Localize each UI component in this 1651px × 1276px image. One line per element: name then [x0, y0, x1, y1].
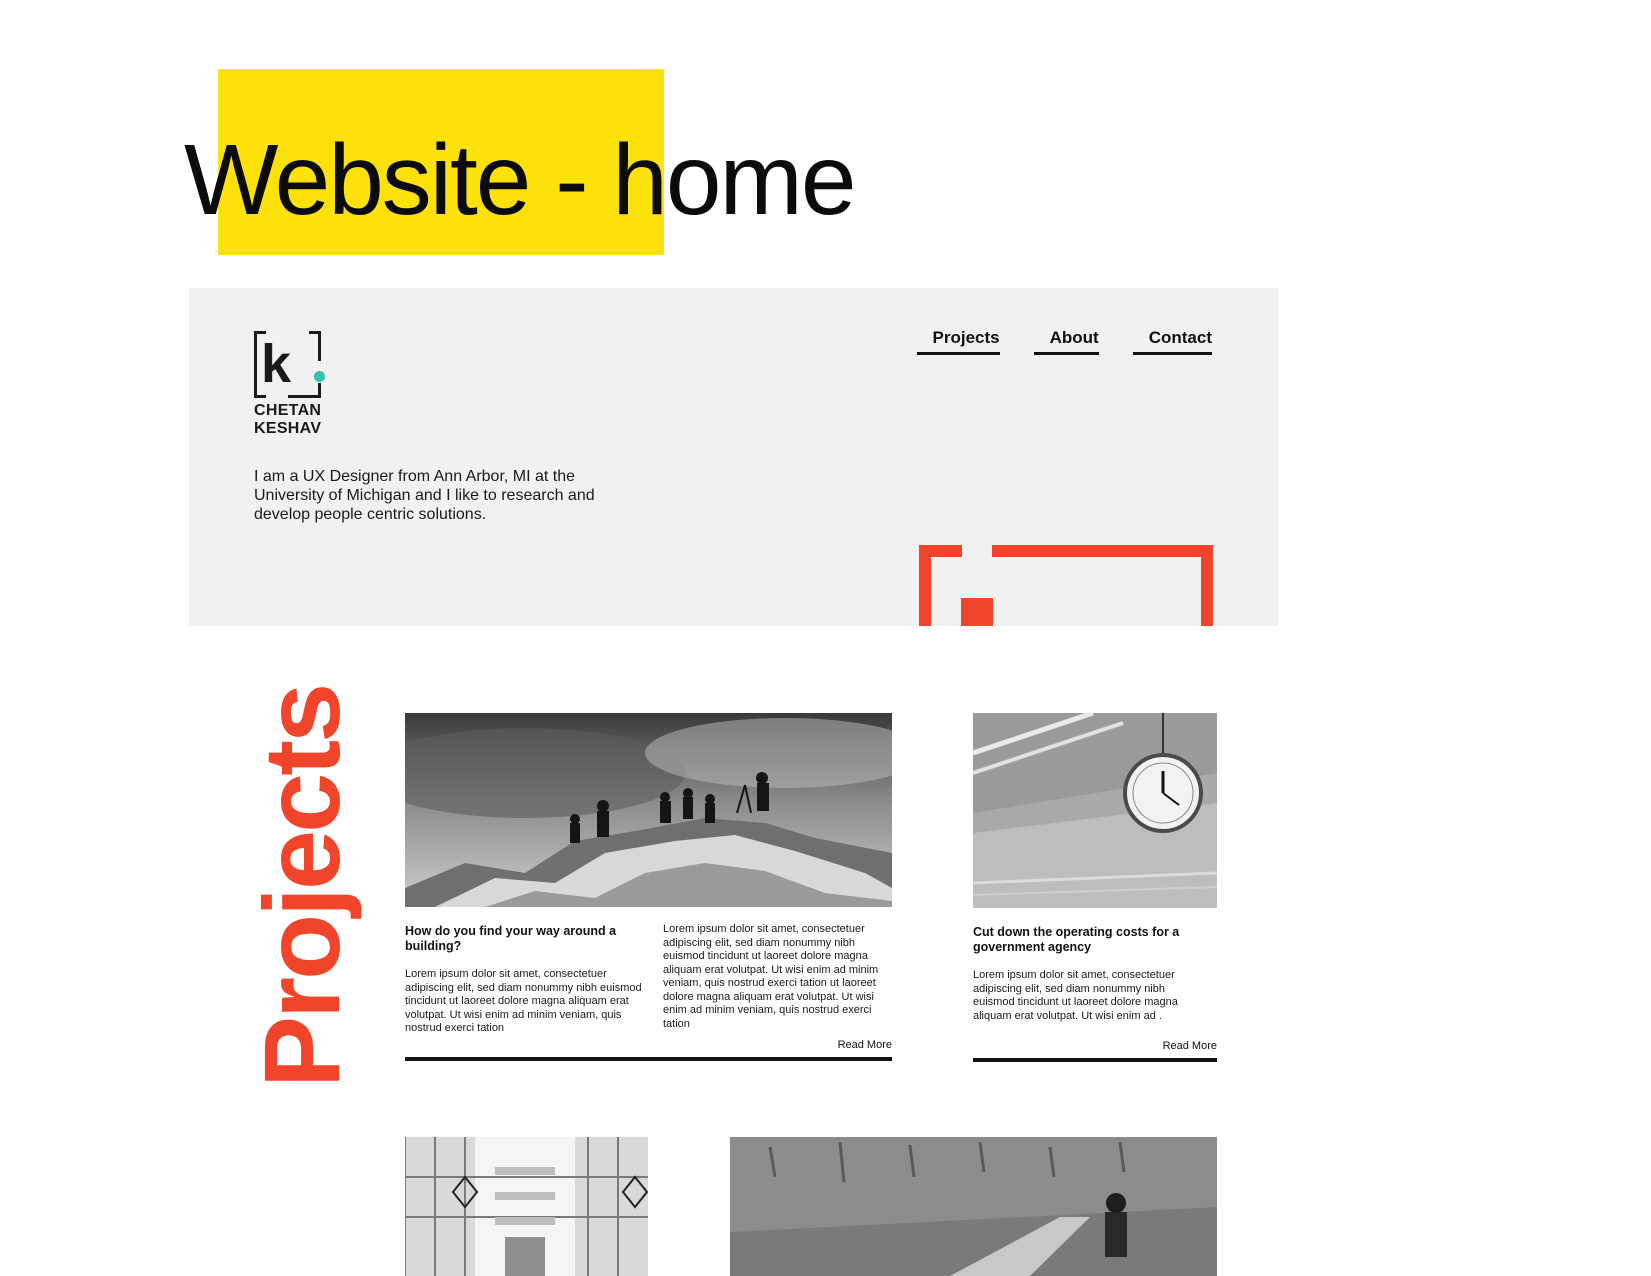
- page-title: Website - home: [184, 124, 856, 236]
- hero-section: k CHETAN KESHAV Projects About Contact I…: [189, 288, 1278, 626]
- project-card[interactable]: Cut down the operating costs for a gover…: [973, 713, 1217, 1063]
- project-card[interactable]: How do you find your way around a buildi…: [405, 713, 892, 1063]
- card-divider: [405, 1057, 892, 1061]
- main-nav: Projects About Contact: [916, 328, 1212, 355]
- nav-link-contact[interactable]: Contact: [1132, 328, 1212, 355]
- logo[interactable]: k CHETAN KESHAV: [254, 331, 334, 437]
- intro-text: I am a UX Designer from Ann Arbor, MI at…: [254, 468, 595, 523]
- project-text: Lorem ipsum dolor sit amet, consectetuer…: [973, 969, 1178, 1022]
- nav-link-about[interactable]: About: [1033, 328, 1099, 355]
- card-divider: [973, 1058, 1217, 1062]
- logo-name-first: CHETAN: [254, 402, 322, 419]
- project-title[interactable]: Cut down the operating costs for a gover…: [973, 925, 1205, 955]
- project-title[interactable]: How do you find your way around a buildi…: [405, 924, 637, 954]
- hikers-on-rocks-photo[interactable]: [405, 713, 892, 907]
- logo-letter: k: [261, 334, 292, 394]
- ceiling-clock-photo[interactable]: [973, 713, 1217, 908]
- logo-name: CHETAN KESHAV: [254, 402, 321, 438]
- project-text: Lorem ipsum dolor sit amet, consectetuer…: [663, 923, 879, 1030]
- atrium-building-photo[interactable]: [405, 1137, 648, 1276]
- nav-link-projects[interactable]: Projects: [916, 328, 1000, 355]
- logo-name-last: KESHAV: [254, 420, 322, 437]
- bracket-logo-mark-icon: [919, 545, 1213, 626]
- projects-heading: Projects: [241, 685, 362, 1088]
- person-by-wall-photo[interactable]: [730, 1137, 1217, 1276]
- project-text: Lorem ipsum dolor sit amet, consectetuer…: [405, 968, 642, 1034]
- read-more-link[interactable]: Read More: [1163, 1040, 1217, 1052]
- logo-dot-icon: [314, 371, 325, 382]
- read-more-link[interactable]: Read More: [838, 1039, 892, 1051]
